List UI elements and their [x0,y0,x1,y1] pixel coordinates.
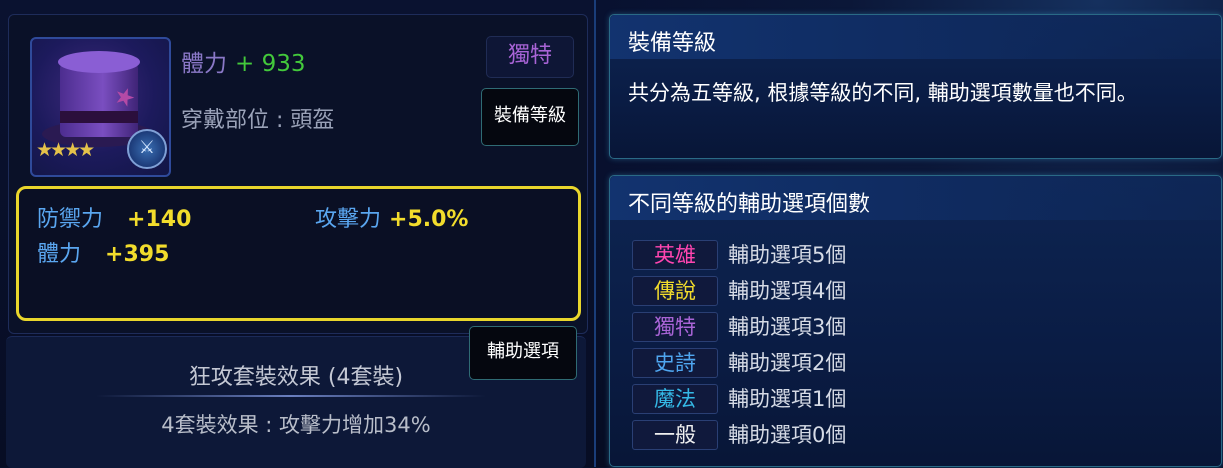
star-icon: ★ [64,139,81,161]
grade-desc: 輔助選項3個 [728,315,847,339]
additional-options-box: 防禦力 +140 攻擊力 +5.0% 體力 +395 [16,186,581,321]
star-rating: ★★★★ [36,139,95,161]
equip-slot: 穿戴部位 : 頭盔 [181,108,335,133]
option-count-title: 不同等級的輔助選項個數 [628,192,871,217]
option-attack: 攻擊力 +5.0% [315,201,468,233]
option-stamina: 體力 +395 [37,236,169,268]
grade-tag: 魔法 [632,384,718,414]
star-icon: ★ [78,139,95,161]
equipment-grade-button[interactable]: 裝備等級 [481,88,579,146]
grade-info-text: 共分為五等級, 根據等級的不同, 輔助選項數量也不同。 [628,81,1138,105]
option-label: 攻擊力 [315,207,382,232]
grade-desc: 輔助選項1個 [728,387,847,411]
option-defense: 防禦力 +140 [37,201,191,233]
divider [594,0,596,467]
main-stat-value: + 933 [235,51,306,77]
option-label: 體力 [37,242,82,267]
option-label: 防禦力 [37,207,104,232]
star-icon: ★ [36,139,53,161]
additional-options-button[interactable]: 輔助選項 [469,326,577,380]
grade-desc: 輔助選項2個 [728,351,847,375]
grade-desc: 輔助選項4個 [728,279,847,303]
option-value: +395 [105,242,170,267]
grade-desc: 輔助選項5個 [728,243,847,267]
option-value: +140 [127,207,192,232]
grade-tag: 一般 [632,420,718,450]
grade-tag: 英雄 [632,240,718,270]
star-icon: ★ [50,139,67,161]
hat-top [58,51,140,73]
item-portrait: ★ ★★★★ ⚔ [30,37,171,177]
grade-tag: 史詩 [632,348,718,378]
option-count-panel: 不同等級的輔助選項個數 英雄 輔助選項5個 傳說 輔助選項4個 獨特 輔助選項3… [609,175,1222,467]
grade-info-panel: 裝備等級 共分為五等級, 根據等級的不同, 輔助選項數量也不同。 [609,14,1222,159]
grade-tag: 獨特 [632,312,718,342]
grade-desc: 輔助選項0個 [728,423,847,447]
grade-info-title: 裝備等級 [628,31,717,56]
set-bonus-separator [96,395,486,397]
rarity-badge: 獨特 [486,36,574,78]
option-value: +5.0% [389,207,469,232]
main-stat-label: 體力 [181,51,227,77]
main-stat: 體力 + 933 [181,44,305,78]
sword-icon: ⚔ [127,129,167,169]
set-bonus-effect: 4套裝效果 : 攻擊力增加34% [161,413,431,437]
grade-tag: 傳說 [632,276,718,306]
